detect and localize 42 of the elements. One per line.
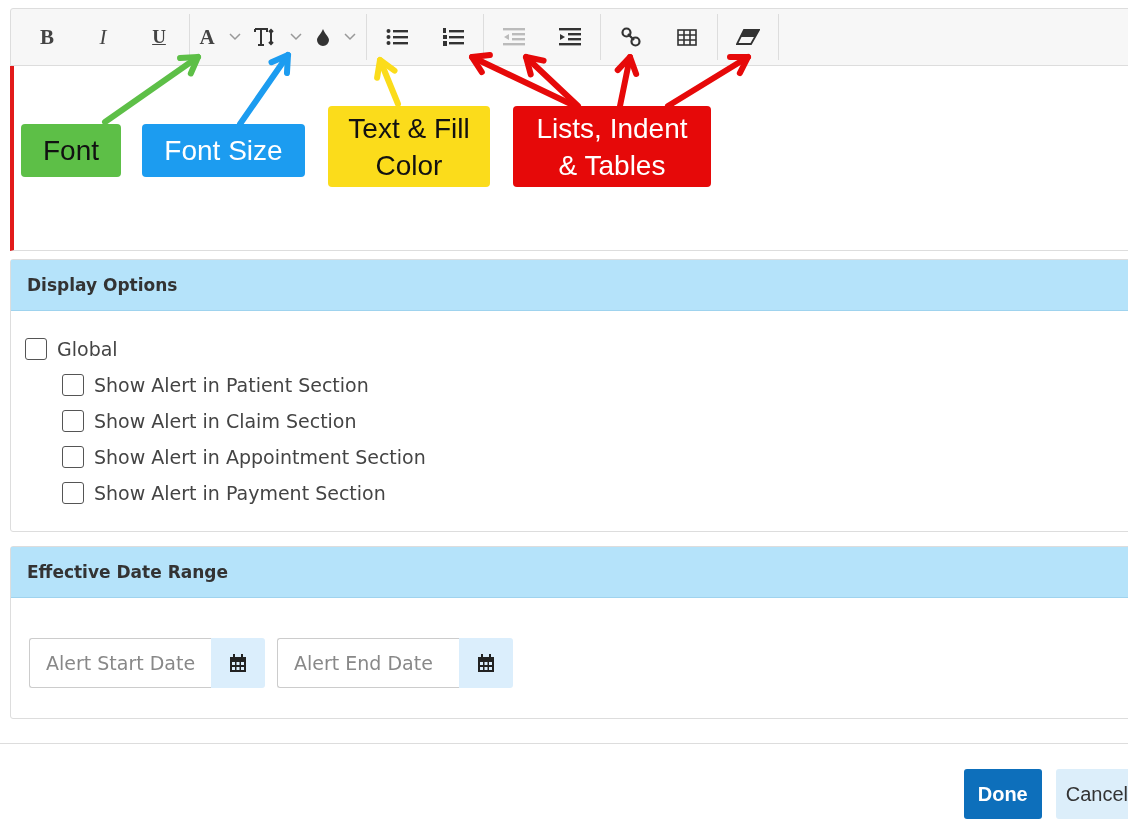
eraser-icon xyxy=(736,29,760,45)
checkbox[interactable] xyxy=(25,338,47,360)
checkbox-label: Global xyxy=(57,338,118,360)
bold-button[interactable]: B xyxy=(19,19,75,55)
underline-button[interactable]: U xyxy=(131,19,187,55)
checkbox-label: Show Alert in Appointment Section xyxy=(94,446,426,468)
checkbox-label: Show Alert in Patient Section xyxy=(94,374,369,396)
calendar-icon xyxy=(477,653,495,673)
table-icon xyxy=(677,28,697,46)
drop-icon xyxy=(316,28,330,46)
arrow xyxy=(614,54,640,109)
font-size-icon xyxy=(254,27,276,47)
date-field[interactable]: Alert End Date xyxy=(277,638,459,688)
indent-icon xyxy=(559,28,581,46)
callout-label: Text & Fill Color xyxy=(328,106,490,187)
date-field[interactable]: Alert Start Date xyxy=(29,638,211,688)
chevron-down-icon xyxy=(344,33,356,41)
chevron-down-icon xyxy=(290,33,302,41)
checkbox[interactable] xyxy=(62,410,84,432)
bullet-list-icon xyxy=(386,28,408,46)
outdent-icon xyxy=(503,28,525,46)
calendar-icon xyxy=(229,653,247,673)
arrow xyxy=(374,57,401,107)
chevron-down-icon xyxy=(228,33,241,41)
callout-label: Font xyxy=(21,124,121,177)
checkbox[interactable] xyxy=(62,446,84,468)
panel-title: Effective Date Range xyxy=(11,547,1128,598)
numbered-list-icon xyxy=(442,27,464,47)
italic-button[interactable]: I xyxy=(75,19,131,55)
font-button[interactable]: A xyxy=(192,19,248,55)
callout-label: Font Size xyxy=(142,124,305,177)
calendar-button[interactable] xyxy=(211,638,265,688)
link-icon xyxy=(621,27,641,47)
checkbox-label: Show Alert in Claim Section xyxy=(94,410,357,432)
calendar-button[interactable] xyxy=(459,638,513,688)
checkbox-label: Show Alert in Payment Section xyxy=(94,482,386,504)
checkbox[interactable] xyxy=(62,374,84,396)
secondary-button[interactable]: Cancel xyxy=(1055,769,1128,819)
callout-label: Lists, Indent & Tables xyxy=(513,106,711,187)
checkbox[interactable] xyxy=(62,482,84,504)
panel-title: Display Options xyxy=(11,260,1128,311)
primary-button[interactable]: Done xyxy=(963,769,1042,819)
